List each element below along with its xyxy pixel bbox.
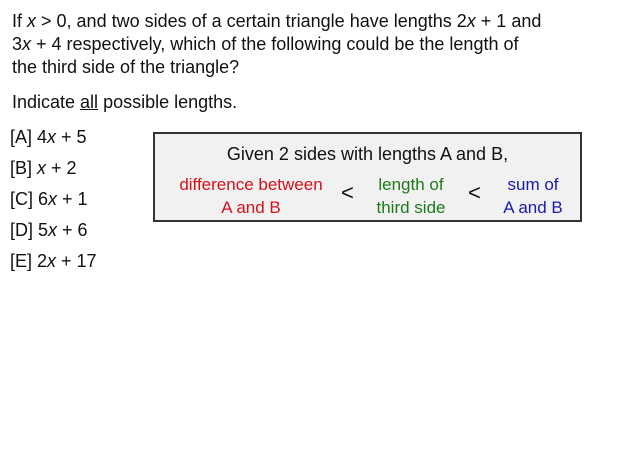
box-title: Given 2 sides with lengths A and B, [226, 144, 509, 164]
choice-e[interactable]: [E] 2x + 17 [10, 249, 97, 280]
difference-label: difference between A and B [179, 175, 323, 217]
choice-d[interactable]: [D] 5x + 6 [10, 218, 97, 249]
sum-label: sum of A and B [503, 175, 563, 217]
instruction-text: Indicate all possible lengths. [12, 92, 238, 112]
answer-choices: [A] 4x + 5 [B] x + 2 [C] 6x + 1 [D] 5x +… [10, 125, 97, 280]
question-line-2: 3x + 4 respectively, which of the follow… [12, 34, 519, 54]
question-line-3: the third side of the triangle? [12, 57, 240, 77]
question-text: If x > 0, and two sides of a certain tri… [12, 10, 612, 79]
choice-c[interactable]: [C] 6x + 1 [10, 187, 97, 218]
emphasis-all: all [80, 92, 99, 112]
less-than-symbol-1: < [341, 180, 354, 205]
less-than-symbol-2: < [468, 180, 481, 205]
choice-b[interactable]: [B] x + 2 [10, 156, 97, 187]
third-side-label: length of third side [376, 175, 446, 217]
triangle-inequality-box: Given 2 sides with lengths A and B, diff… [153, 132, 582, 222]
question-line-1: If x > 0, and two sides of a certain tri… [12, 11, 542, 31]
choice-a[interactable]: [A] 4x + 5 [10, 125, 97, 156]
